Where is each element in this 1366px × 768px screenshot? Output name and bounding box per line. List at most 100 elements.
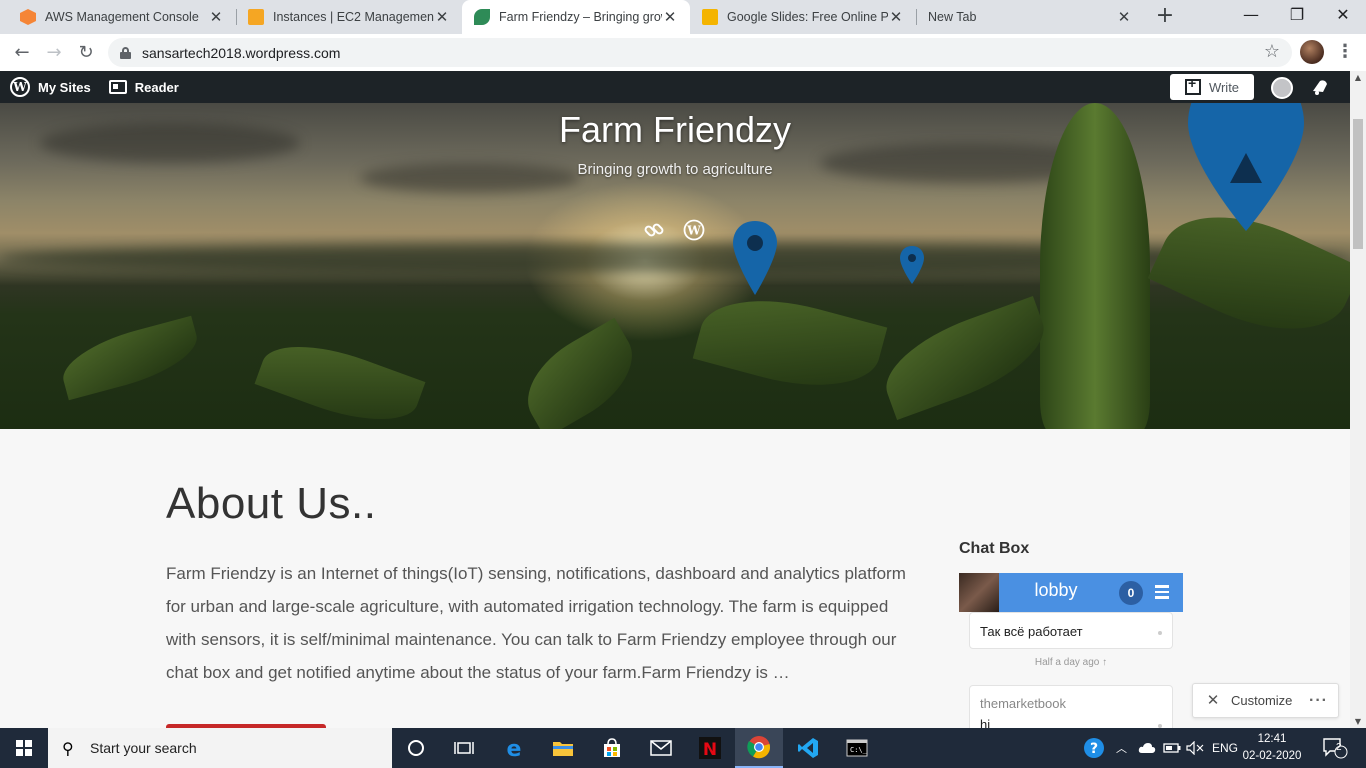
svg-text:C:\_: C:\_ bbox=[850, 746, 868, 754]
scroll-down-arrow-icon[interactable]: ▼ bbox=[1350, 717, 1366, 726]
site-title[interactable]: Farm Friendzy bbox=[0, 109, 1350, 151]
scroll-up-arrow-icon[interactable]: ▲ bbox=[1350, 73, 1366, 82]
back-arrow-icon[interactable]: ← bbox=[9, 40, 35, 66]
show-hidden-icons-chevron-icon[interactable]: ︿ bbox=[1116, 728, 1127, 768]
corn-leaf bbox=[873, 296, 1057, 420]
forward-arrow-icon[interactable]: → bbox=[41, 40, 67, 66]
taskbar-search-box[interactable]: ⚲ Start your search bbox=[48, 728, 392, 768]
wordpress-logo-icon[interactable]: W bbox=[10, 77, 30, 97]
close-window-icon[interactable]: ✕ bbox=[1320, 0, 1366, 32]
taskbar-clock[interactable]: 12:41 02-02-2020 bbox=[1240, 731, 1304, 765]
my-sites-link[interactable]: My Sites bbox=[38, 80, 91, 95]
close-tab-icon[interactable]: ✕ bbox=[434, 8, 450, 26]
maximize-window-icon[interactable]: ❐ bbox=[1274, 0, 1320, 32]
leaf-favicon-icon bbox=[474, 9, 490, 25]
task-view-icon[interactable] bbox=[440, 728, 488, 768]
page-viewport: W My Sites Reader Write Farm Friendzy Br… bbox=[0, 71, 1350, 728]
about-heading: About Us.. bbox=[166, 479, 377, 528]
location-pin-icon bbox=[900, 246, 924, 284]
browser-toolbar: ← → ↻ sansartech2018.wordpress.com ☆ bbox=[0, 34, 1366, 71]
tab-farm-friendzy[interactable]: Farm Friendzy – Bringing grow ✕ bbox=[462, 0, 690, 34]
svg-text:e: e bbox=[507, 737, 522, 759]
file-explorer-icon[interactable] bbox=[539, 728, 587, 768]
mail-icon[interactable] bbox=[637, 728, 685, 768]
more-options-icon[interactable]: ··· bbox=[1309, 692, 1328, 710]
notification-count: 2 bbox=[1336, 742, 1342, 753]
input-language[interactable]: ENG bbox=[1212, 728, 1238, 768]
wordpress-social-icon[interactable]: W bbox=[683, 219, 705, 241]
browser-tab-strip: AWS Management Console ✕ Instances | EC2… bbox=[0, 0, 1366, 34]
page-scrollbar[interactable]: ▲ ▼ bbox=[1350, 71, 1366, 728]
svg-text:W: W bbox=[686, 224, 701, 238]
hero-header: Farm Friendzy Bringing growth to agricul… bbox=[0, 103, 1350, 429]
url-text[interactable]: sansartech2018.wordpress.com bbox=[142, 45, 340, 61]
user-avatar-icon[interactable] bbox=[1271, 77, 1293, 99]
chrome-profile-avatar[interactable] bbox=[1300, 40, 1324, 64]
reader-link[interactable]: Reader bbox=[135, 80, 179, 95]
chat-message: Так всё работает bbox=[969, 612, 1173, 649]
cortana-icon[interactable] bbox=[392, 728, 440, 768]
tools-icon: ✕ bbox=[1206, 691, 1220, 709]
close-tab-icon[interactable]: ✕ bbox=[208, 8, 224, 26]
tab-aws-console[interactable]: AWS Management Console ✕ bbox=[8, 0, 236, 34]
terminal-icon[interactable]: C:\_ bbox=[833, 728, 881, 768]
about-paragraph: Farm Friendzy is an Internet of things(I… bbox=[166, 564, 906, 682]
chrome-menu-icon[interactable]: ⋮ bbox=[1336, 40, 1354, 64]
lock-icon[interactable] bbox=[120, 46, 131, 59]
scrollbar-thumb[interactable] bbox=[1353, 119, 1363, 249]
site-tagline: Bringing growth to agriculture bbox=[577, 161, 773, 178]
wordpress-admin-bar: W My Sites Reader Write bbox=[0, 71, 1350, 103]
reload-icon[interactable]: ↻ bbox=[73, 40, 99, 66]
edge-browser-icon[interactable]: e bbox=[490, 728, 538, 768]
customize-button[interactable]: ✕ Customize ··· bbox=[1192, 683, 1339, 718]
help-icon[interactable]: ? bbox=[1082, 728, 1106, 768]
chat-message: themarketbook hi bbox=[969, 685, 1173, 728]
chat-message-text: Так всё работает bbox=[980, 624, 1083, 639]
tab-new-tab[interactable]: New Tab ✕ bbox=[916, 0, 1144, 34]
write-button[interactable]: Write bbox=[1170, 74, 1254, 100]
svg-text:?: ? bbox=[1090, 741, 1098, 757]
message-status-dot bbox=[1158, 631, 1162, 635]
volume-muted-icon[interactable] bbox=[1186, 728, 1204, 768]
reader-icon[interactable] bbox=[108, 80, 127, 94]
address-bar[interactable]: sansartech2018.wordpress.com ☆ bbox=[108, 38, 1292, 67]
box-favicon-icon bbox=[248, 9, 264, 25]
chat-room-name[interactable]: lobby bbox=[1023, 580, 1089, 601]
battery-icon[interactable] bbox=[1163, 728, 1181, 768]
onedrive-cloud-icon[interactable] bbox=[1138, 728, 1156, 768]
chat-box-heading: Chat Box bbox=[959, 540, 1030, 557]
corn-leaf bbox=[692, 281, 888, 405]
slides-favicon-icon bbox=[702, 9, 718, 25]
aws-favicon-icon bbox=[20, 9, 36, 25]
minimize-window-icon[interactable]: — bbox=[1228, 0, 1274, 32]
notifications-bell-icon[interactable] bbox=[1311, 79, 1329, 95]
corn-stalk bbox=[1040, 103, 1150, 429]
netflix-icon[interactable]: N bbox=[686, 728, 734, 768]
close-tab-icon[interactable]: ✕ bbox=[888, 8, 904, 26]
link-icon[interactable] bbox=[643, 219, 665, 241]
corn-leaf bbox=[254, 327, 426, 429]
action-center-icon[interactable]: 2 bbox=[1322, 728, 1348, 768]
location-pin-icon bbox=[1188, 103, 1304, 231]
tab-google-slides[interactable]: Google Slides: Free Online Pre ✕ bbox=[690, 0, 916, 34]
svg-text:N: N bbox=[703, 740, 717, 759]
chat-room-avatar bbox=[959, 573, 999, 612]
chat-user-count-badge: 0 bbox=[1119, 581, 1143, 605]
start-button[interactable] bbox=[0, 728, 48, 768]
hamburger-menu-icon[interactable] bbox=[1155, 585, 1169, 599]
location-pin-icon bbox=[733, 221, 777, 295]
chat-header-bar[interactable]: lobby 0 bbox=[959, 573, 1183, 612]
close-tab-icon[interactable]: ✕ bbox=[1116, 8, 1132, 26]
tab-ec2-instances[interactable]: Instances | EC2 Management C ✕ bbox=[236, 0, 462, 34]
microsoft-store-icon[interactable] bbox=[588, 728, 636, 768]
chat-message-time: Half a day ago ↑ bbox=[1034, 657, 1108, 668]
close-tab-icon[interactable]: ✕ bbox=[662, 8, 678, 26]
bookmark-star-icon[interactable]: ☆ bbox=[1264, 41, 1280, 62]
windows-taskbar: ⚲ Start your search e N C:\_ ? ︿ ENG 12:… bbox=[0, 728, 1366, 768]
corn-leaf bbox=[55, 315, 205, 401]
chat-message-author: themarketbook bbox=[980, 696, 1066, 711]
windows-logo-icon bbox=[16, 740, 32, 756]
vscode-icon[interactable] bbox=[784, 728, 832, 768]
new-tab-plus-icon[interactable]: + bbox=[1153, 5, 1177, 29]
chrome-taskbar-icon[interactable] bbox=[735, 728, 783, 768]
